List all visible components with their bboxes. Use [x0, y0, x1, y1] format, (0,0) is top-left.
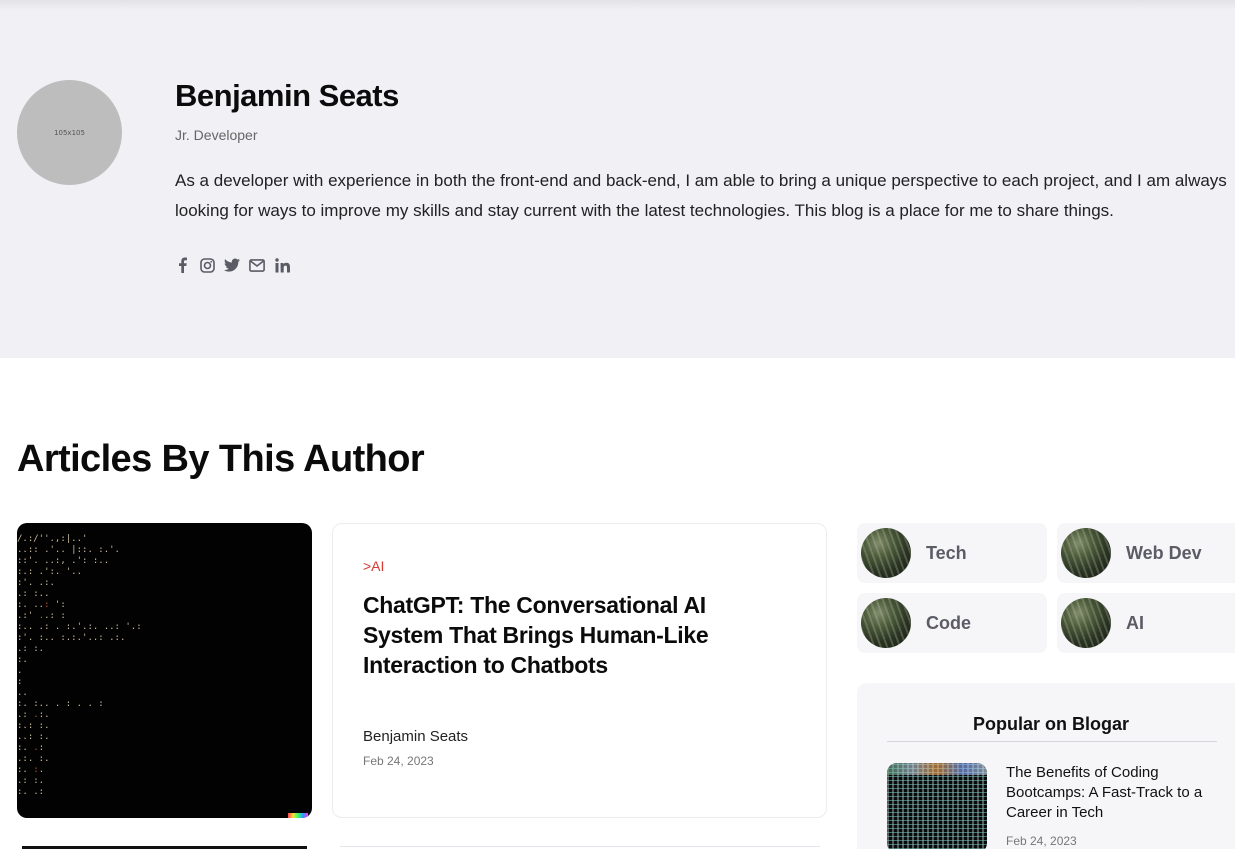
thumbnail-artifact-strip	[288, 813, 308, 818]
articles-section-title: Articles By This Author	[17, 438, 425, 480]
category-label: Code	[926, 612, 971, 633]
popular-post-title-link[interactable]: The Benefits of Coding Bootcamps: A Fast…	[1006, 763, 1221, 823]
category-label: AI	[1126, 612, 1144, 633]
email-icon[interactable]	[249, 256, 265, 274]
category-label: Tech	[926, 542, 967, 563]
article-title-link[interactable]: ChatGPT: The Conversational AI System Th…	[363, 590, 763, 680]
author-name: Benjamin Seats	[175, 78, 399, 113]
popular-title: Popular on Blogar	[972, 714, 1129, 734]
linkedin-icon[interactable]	[274, 256, 290, 274]
facebook-icon[interactable]	[174, 256, 190, 274]
instagram-icon[interactable]	[199, 256, 215, 274]
author-avatar: 105x105	[17, 80, 122, 185]
author-role: Jr. Developer	[175, 127, 258, 143]
article-thumbnail[interactable]: /.:/''.,:|..' ..:: .'.. |::. :.'. ::'. .…	[17, 523, 312, 818]
popular-post-thumbnail[interactable]	[887, 763, 987, 849]
social-links	[174, 256, 290, 274]
category-image	[861, 528, 911, 578]
article-date: Feb 24, 2023	[363, 754, 434, 768]
category-image	[1061, 598, 1111, 648]
popular-widget: Popular on Blogar The Benefits of Coding…	[857, 683, 1235, 849]
category-chip-code[interactable]: Code	[857, 593, 1047, 653]
article-category-link[interactable]: >AI	[363, 558, 384, 574]
code-screen-image: /.:/''.,:|..' ..:: .'.. |::. :.'. ::'. .…	[17, 534, 142, 797]
article-author-link[interactable]: Benjamin Seats	[363, 728, 468, 745]
category-label: Web Dev	[1126, 542, 1202, 563]
popular-post-date: Feb 24, 2023	[1006, 834, 1077, 848]
category-image	[1061, 528, 1111, 578]
category-image	[861, 598, 911, 648]
author-section: 105x105 Benjamin Seats Jr. Developer As …	[0, 0, 1235, 358]
article-card[interactable]: >AI ChatGPT: The Conversational AI Syste…	[332, 523, 827, 818]
header-shadow	[0, 0, 1235, 10]
category-chip-tech[interactable]: Tech	[857, 523, 1047, 583]
author-bio: As a developer with experience in both t…	[175, 171, 1227, 220]
popular-divider	[887, 741, 1217, 742]
category-chip-web-dev[interactable]: Web Dev	[1057, 523, 1235, 583]
twitter-icon[interactable]	[224, 256, 240, 274]
avatar-placeholder-text: 105x105	[54, 128, 85, 137]
category-chip-ai[interactable]: AI	[1057, 593, 1235, 653]
